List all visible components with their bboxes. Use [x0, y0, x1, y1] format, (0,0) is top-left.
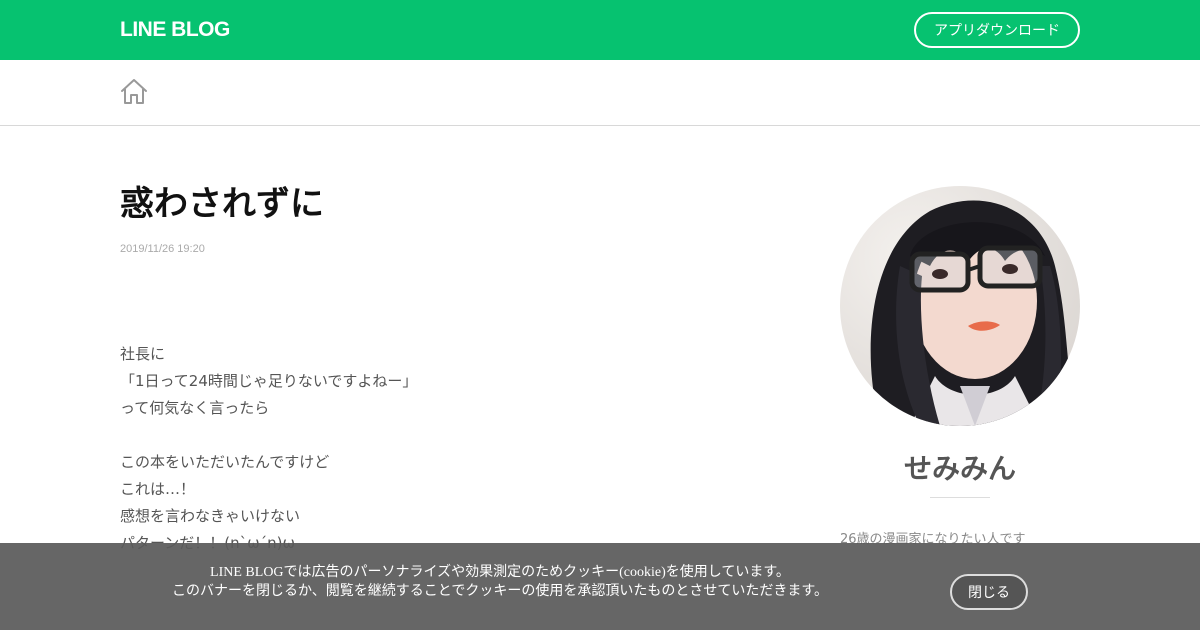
- author-name[interactable]: せみみん: [840, 447, 1080, 487]
- home-icon[interactable]: [120, 78, 148, 106]
- top-header: LINE BLOG アプリダウンロード: [0, 0, 1200, 60]
- post-date: 2019/11/26 19:20: [120, 243, 205, 255]
- post-body-line: [120, 422, 417, 449]
- post-body-line: 「1日って24時間じゃ足りないですよねー」: [120, 372, 418, 390]
- cookie-message-line1: LINE BLOGでは広告のパーソナライズや効果測定のためクッキー(cookie…: [210, 565, 790, 580]
- cookie-banner: LINE BLOGでは広告のパーソナライズや効果測定のためクッキー(cookie…: [0, 543, 1200, 630]
- cookie-close-button[interactable]: 閉じる: [950, 574, 1028, 610]
- app-download-button[interactable]: アプリダウンロード: [914, 12, 1080, 48]
- post-body-line: って何気なく言ったら: [120, 399, 270, 417]
- post-body-line: 感想を言わなきゃいけない: [120, 507, 301, 525]
- post-body: 社長に 「1日って24時間じゃ足りないですよねー」 って何気なく言ったら この本…: [120, 341, 417, 557]
- author-avatar[interactable]: [840, 186, 1080, 426]
- post-body-line: これは…！: [120, 480, 196, 498]
- post-title: 惑わされずに: [120, 184, 324, 224]
- avatar-illustration: [840, 186, 1080, 426]
- cookie-message: LINE BLOGでは広告のパーソナライズや効果測定のためクッキー(cookie…: [150, 563, 850, 601]
- author-divider: [930, 497, 990, 498]
- line-blog-logo[interactable]: LINE BLOG: [120, 16, 230, 44]
- cookie-message-line2: このバナーを閉じるか、閲覧を継続することでクッキーの使用を承認頂いたものとさせて…: [172, 584, 828, 599]
- sub-navigation: [0, 60, 1200, 126]
- post-body-line: 社長に: [120, 345, 166, 363]
- post-body-line: この本をいただいたんですけど: [120, 453, 330, 471]
